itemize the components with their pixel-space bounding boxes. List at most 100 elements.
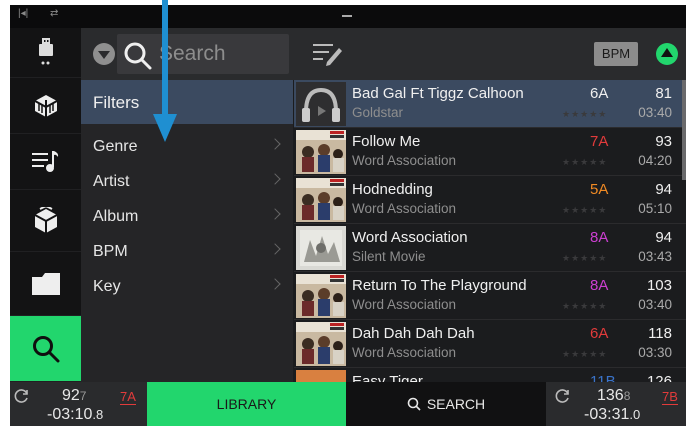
chevron-right-icon bbox=[269, 208, 281, 220]
edit-list-icon[interactable] bbox=[313, 42, 343, 66]
track-time: 04:20 bbox=[638, 153, 672, 168]
album-art-word-association bbox=[296, 178, 346, 222]
track-time: 05:10 bbox=[638, 201, 672, 216]
track-title: Return To The Playground bbox=[352, 277, 527, 294]
playlists-icon bbox=[31, 150, 58, 172]
track-time: 03:43 bbox=[638, 249, 672, 264]
crates-button[interactable] bbox=[10, 78, 81, 134]
search-tab[interactable]: SEARCH bbox=[346, 382, 546, 426]
album-art-silent-movie bbox=[296, 226, 346, 270]
bpm-sort-button[interactable]: BPM bbox=[594, 42, 638, 66]
track-key: 6A bbox=[590, 85, 609, 102]
track-row[interactable]: Word Association Silent Movie 8A ★★★★★ 9… bbox=[294, 224, 686, 272]
usb-drive-button[interactable] bbox=[10, 28, 81, 78]
search-tab-label: SEARCH bbox=[426, 396, 486, 412]
track-bpm: 118 bbox=[648, 325, 672, 342]
track-title: Follow Me bbox=[352, 133, 421, 150]
usb-drive-icon bbox=[38, 37, 53, 64]
filter-label: Genre bbox=[93, 138, 138, 155]
track-key: 6A bbox=[590, 325, 609, 342]
filter-label: Key bbox=[93, 278, 121, 295]
album-art-word-association bbox=[296, 274, 346, 318]
track-row[interactable]: Hodnedding Word Association 5A ★★★★★ 94 … bbox=[294, 176, 686, 224]
album-art-word-association bbox=[296, 130, 346, 174]
deck-right-key: 7B bbox=[662, 389, 678, 405]
filter-item-album[interactable]: Album bbox=[81, 200, 293, 235]
chevron-right-icon bbox=[269, 243, 281, 255]
filter-item-key[interactable]: Key bbox=[81, 270, 293, 305]
filters-panel: Filters Genre Artist Album BPM Key bbox=[81, 80, 293, 382]
filter-label: Artist bbox=[93, 173, 130, 190]
filters-title: Filters bbox=[93, 93, 140, 112]
track-title: Bad Gal Ft Tiggz Calhoon bbox=[352, 85, 524, 102]
swipe-handle[interactable] bbox=[342, 15, 352, 17]
filters-header[interactable]: Filters bbox=[81, 80, 293, 124]
sync-indicator-icon: ⇄ bbox=[50, 8, 59, 19]
track-rating[interactable]: ★★★★★ bbox=[562, 301, 607, 312]
track-list[interactable]: Bad Gal Ft Tiggz Calhoon Goldstar 6A ★★★… bbox=[294, 80, 686, 382]
filter-item-artist[interactable]: Artist bbox=[81, 165, 293, 200]
track-rating[interactable]: ★★★★★ bbox=[562, 109, 607, 120]
chevron-right-icon bbox=[269, 173, 281, 185]
crates-icon bbox=[34, 94, 57, 117]
search-icon bbox=[407, 397, 421, 411]
files-button[interactable] bbox=[10, 252, 81, 316]
track-row[interactable]: Dah Dah Dah Dah Word Association 6A ★★★★… bbox=[294, 320, 686, 368]
track-bpm: 126 bbox=[646, 373, 672, 382]
track-time: 03:30 bbox=[638, 345, 672, 360]
deck-right-time: -03:31.0 bbox=[584, 406, 641, 423]
search-icon bbox=[32, 335, 59, 362]
headphones-placeholder-icon bbox=[296, 82, 346, 126]
track-artist: Silent Movie bbox=[352, 249, 426, 264]
track-rating[interactable]: ★★★★★ bbox=[562, 205, 607, 216]
filter-toggle-button[interactable] bbox=[93, 43, 115, 65]
track-row[interactable]: Return To The Playground Word Associatio… bbox=[294, 272, 686, 320]
library-tab[interactable]: LIBRARY bbox=[147, 382, 346, 426]
filter-item-bpm[interactable]: BPM bbox=[81, 235, 293, 270]
track-key: 7A bbox=[590, 133, 609, 150]
track-rating[interactable]: ★★★★★ bbox=[562, 157, 607, 168]
track-key: 5A bbox=[590, 181, 609, 198]
track-artist: Word Association bbox=[352, 201, 457, 216]
track-title: Word Association bbox=[352, 229, 468, 246]
track-title: Hodnedding bbox=[352, 181, 433, 198]
left-rail bbox=[10, 28, 81, 382]
deck-left-bpm: 927 bbox=[62, 387, 87, 404]
filter-label: BPM bbox=[93, 243, 128, 260]
track-rating[interactable]: ★★★★★ bbox=[562, 349, 607, 360]
track-bpm: 94 bbox=[655, 229, 672, 246]
album-art-word-association bbox=[296, 322, 346, 366]
track-time: 03:40 bbox=[638, 297, 672, 312]
deck-right-info[interactable]: 1368 7B -03:31.0 bbox=[546, 382, 686, 426]
search-input[interactable]: Search bbox=[117, 34, 289, 74]
track-key: 8A bbox=[590, 277, 609, 294]
chevron-right-icon bbox=[269, 278, 281, 290]
filter-label: Album bbox=[93, 208, 139, 225]
folder-icon bbox=[31, 272, 60, 295]
track-bpm: 93 bbox=[655, 133, 672, 150]
track-title: Dah Dah Dah Dah bbox=[352, 325, 475, 342]
sort-direction-button[interactable] bbox=[656, 43, 678, 65]
track-bpm: 103 bbox=[646, 277, 672, 294]
status-strip: |◂| ⇄ bbox=[10, 5, 686, 28]
chevron-right-icon bbox=[269, 138, 281, 150]
prepare-button[interactable] bbox=[10, 190, 81, 252]
playlists-button[interactable] bbox=[10, 134, 81, 190]
track-rating[interactable]: ★★★★★ bbox=[562, 253, 607, 264]
filter-item-genre[interactable]: Genre bbox=[81, 130, 293, 165]
deck-left-info[interactable]: 927 7A -03:10.8 bbox=[10, 382, 147, 426]
search-icon bbox=[124, 42, 152, 70]
deck-indicator-icon: |◂| bbox=[18, 8, 29, 19]
track-row[interactable]: Bad Gal Ft Tiggz Calhoon Goldstar 6A ★★★… bbox=[294, 80, 686, 128]
sync-icon bbox=[14, 389, 28, 403]
track-list-scrollbar[interactable] bbox=[682, 80, 686, 180]
track-key: 8A bbox=[590, 229, 609, 246]
deck-left-time: -03:10.8 bbox=[47, 406, 104, 423]
deck-left-key: 7A bbox=[120, 389, 136, 405]
track-artist: Goldstar bbox=[352, 105, 404, 120]
album-art-easy-tiger bbox=[296, 370, 346, 382]
search-view-button[interactable] bbox=[10, 316, 81, 382]
prepare-icon bbox=[34, 206, 57, 233]
track-row[interactable]: Easy Tiger 11B 126 bbox=[294, 368, 686, 382]
track-row[interactable]: Follow Me Word Association 7A ★★★★★ 93 0… bbox=[294, 128, 686, 176]
